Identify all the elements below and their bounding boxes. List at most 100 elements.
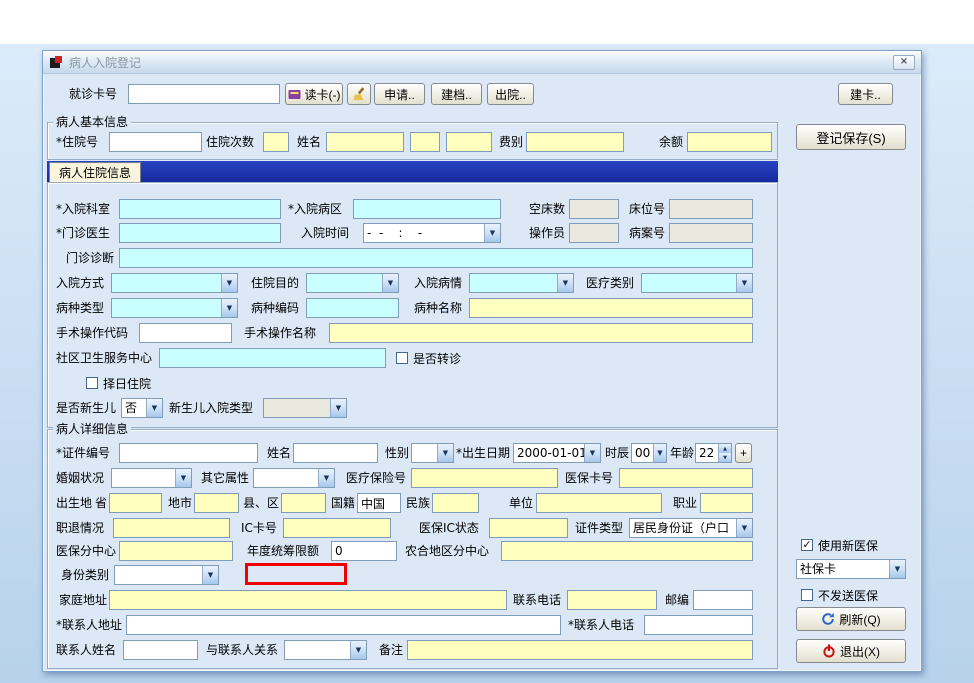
dropdown-arrow-icon[interactable] xyxy=(221,299,237,317)
insurance-card-input[interactable] xyxy=(619,468,753,488)
occupation-input[interactable] xyxy=(700,493,753,513)
discharge-button[interactable]: 出院.. xyxy=(487,83,534,105)
dropdown-arrow-icon[interactable] xyxy=(382,274,398,292)
close-button[interactable] xyxy=(893,54,915,70)
spinner-up-button[interactable] xyxy=(719,444,731,453)
employment-input[interactable] xyxy=(113,518,230,538)
checkbox-box[interactable] xyxy=(801,539,813,551)
ins-ic-status-input[interactable] xyxy=(489,518,568,538)
spinner-down-button[interactable] xyxy=(719,453,731,462)
refresh-button[interactable]: 刷新(Q) xyxy=(796,607,906,631)
save-button[interactable]: 登记保存(S) xyxy=(796,124,906,150)
employer-input[interactable] xyxy=(536,493,662,513)
scheduled-checkbox[interactable]: 择日住院 xyxy=(86,375,151,391)
basic-extra-1-input[interactable] xyxy=(410,132,440,152)
newborn-type-combo[interactable] xyxy=(263,398,347,418)
disease-name-input[interactable] xyxy=(469,298,753,318)
ward-input[interactable] xyxy=(353,199,501,219)
rural-center-input[interactable] xyxy=(501,541,753,561)
visit-card-input[interactable] xyxy=(128,84,280,104)
op-code-input[interactable] xyxy=(139,323,232,343)
operator-input[interactable] xyxy=(569,223,619,243)
purpose-combo[interactable] xyxy=(306,273,399,293)
dept-input[interactable] xyxy=(119,199,281,219)
med-category-combo[interactable] xyxy=(641,273,753,293)
basic-extra-2-input[interactable] xyxy=(446,132,492,152)
disease-type-combo[interactable] xyxy=(111,298,238,318)
other-attr-combo[interactable] xyxy=(253,468,335,488)
ins-center-input[interactable] xyxy=(119,541,233,561)
contact-phone-input[interactable] xyxy=(644,615,753,635)
contact-addr-input[interactable] xyxy=(126,615,561,635)
transfer-checkbox[interactable]: 是否转诊 xyxy=(396,350,461,366)
condition-combo[interactable] xyxy=(469,273,574,293)
patient-name-input[interactable] xyxy=(293,443,378,463)
archive-button[interactable]: 建档.. xyxy=(431,83,482,105)
dropdown-arrow-icon[interactable] xyxy=(146,399,162,417)
county-input[interactable] xyxy=(281,493,326,513)
disease-code-input[interactable] xyxy=(306,298,399,318)
marriage-combo[interactable] xyxy=(111,468,192,488)
remark-input[interactable] xyxy=(407,640,753,660)
broom-button[interactable] xyxy=(347,83,371,105)
admit-way-combo[interactable] xyxy=(111,273,238,293)
read-card-button[interactable]: 读卡(-) xyxy=(285,83,343,105)
dropdown-arrow-icon[interactable] xyxy=(202,566,218,584)
no-send-insurance-checkbox[interactable]: 不发送医保 xyxy=(801,587,878,603)
age-spinner[interactable]: 22 xyxy=(695,443,732,463)
admit-count-input[interactable] xyxy=(263,132,289,152)
ic-card-input[interactable] xyxy=(283,518,391,538)
zip-input[interactable] xyxy=(693,590,753,610)
basic-name-input[interactable] xyxy=(326,132,404,152)
ethnic-input[interactable] xyxy=(432,493,479,513)
id-type-combo[interactable]: 居民身份证（户口 xyxy=(629,518,753,538)
dropdown-arrow-icon[interactable] xyxy=(318,469,334,487)
id-no-input[interactable] xyxy=(119,443,258,463)
checkbox-box[interactable] xyxy=(86,377,98,389)
annual-limit-input[interactable] xyxy=(331,541,397,561)
dropdown-arrow-icon[interactable] xyxy=(484,224,500,242)
contact-rel-combo[interactable] xyxy=(284,640,367,660)
doctor-input[interactable] xyxy=(119,223,281,243)
identity-cat-combo[interactable] xyxy=(114,565,219,585)
dropdown-arrow-icon[interactable] xyxy=(350,641,366,659)
birth-date-combo[interactable]: 2000-01-01 xyxy=(513,443,601,463)
gender-combo[interactable] xyxy=(411,443,454,463)
case-no-input[interactable] xyxy=(669,223,753,243)
op-name-input[interactable] xyxy=(329,323,753,343)
checkbox-box[interactable] xyxy=(801,589,813,601)
province-input[interactable] xyxy=(109,493,162,513)
dropdown-arrow-icon[interactable] xyxy=(557,274,573,292)
hour-combo[interactable]: 00 xyxy=(631,443,667,463)
use-new-insurance-checkbox[interactable]: 使用新医保 xyxy=(801,537,878,553)
tab-hospitalization-info[interactable]: 病人住院信息 xyxy=(49,162,142,182)
dropdown-arrow-icon[interactable] xyxy=(437,444,453,462)
dropdown-arrow-icon[interactable] xyxy=(736,519,752,537)
insurance-no-input[interactable] xyxy=(411,468,558,488)
home-addr-input[interactable] xyxy=(109,590,507,610)
age-plus-button[interactable]: + xyxy=(735,443,752,463)
checkbox-box[interactable] xyxy=(396,352,408,364)
dropdown-arrow-icon[interactable] xyxy=(330,399,346,417)
card-type-combo[interactable]: 社保卡 xyxy=(796,559,906,579)
dropdown-arrow-icon[interactable] xyxy=(175,469,191,487)
dropdown-arrow-icon[interactable] xyxy=(221,274,237,292)
dropdown-arrow-icon[interactable] xyxy=(584,444,600,462)
diagnosis-input[interactable] xyxy=(119,248,753,268)
dropdown-arrow-icon[interactable] xyxy=(736,274,752,292)
nationality-input[interactable] xyxy=(357,493,401,513)
balance-input[interactable] xyxy=(687,132,772,152)
exit-button[interactable]: 退出(X) xyxy=(796,639,906,663)
phone-input[interactable] xyxy=(567,590,657,610)
newborn-combo[interactable]: 否 xyxy=(121,398,163,418)
city-input[interactable] xyxy=(194,493,239,513)
bed-no-input[interactable] xyxy=(669,199,753,219)
community-input[interactable] xyxy=(159,348,386,368)
create-card-button[interactable]: 建卡.. xyxy=(838,83,893,105)
contact-name-input[interactable] xyxy=(123,640,198,660)
fee-type-input[interactable] xyxy=(526,132,624,152)
dropdown-arrow-icon[interactable] xyxy=(889,560,905,578)
empty-beds-input[interactable] xyxy=(569,199,619,219)
apply-button[interactable]: 申请.. xyxy=(374,83,425,105)
inpatient-no-input[interactable] xyxy=(109,132,202,152)
